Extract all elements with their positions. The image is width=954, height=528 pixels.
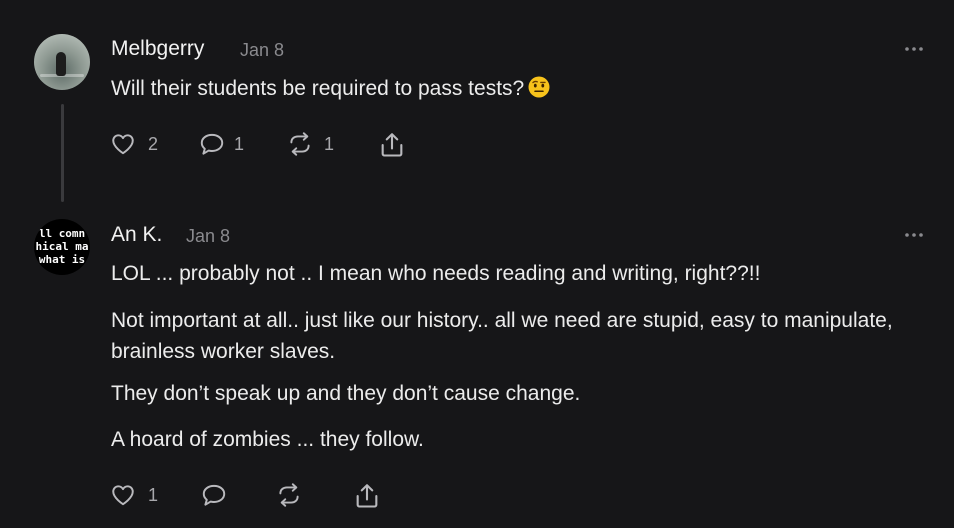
share-icon <box>381 133 403 157</box>
avatar[interactable]: ll comn hical ma what is <box>34 219 90 275</box>
avatar[interactable] <box>34 34 90 90</box>
comment-date[interactable]: Jan 8 <box>186 226 230 247</box>
like-count: 1 <box>148 485 159 505</box>
heart-icon <box>112 134 134 155</box>
more-icon[interactable] <box>904 232 924 238</box>
speech-bubble-icon <box>200 133 224 155</box>
reply-count: 1 <box>234 134 245 154</box>
avatar-bird <box>56 52 66 76</box>
avatar-text-line: what is <box>38 253 86 266</box>
comment-paragraph: LOL ... probably not .. I mean who needs… <box>111 262 761 285</box>
heart-icon <box>112 485 134 506</box>
restack-count: 1 <box>324 134 335 154</box>
comment-author[interactable]: An K. <box>111 223 162 247</box>
restack-icon <box>279 483 299 507</box>
comments-thread: Melbgerry Jan 8 Will their students be r… <box>0 0 954 528</box>
comment-paragraph: Will their students be required to pass … <box>111 73 911 104</box>
comment-paragraph: A hoard of zombies ... they follow. <box>111 428 424 451</box>
share-icon <box>356 484 378 508</box>
comment-body: Will their students be required to pass … <box>111 73 911 104</box>
restack-icon <box>290 132 310 156</box>
comment-body: LOL ... probably not .. I mean who needs… <box>111 258 911 455</box>
comment-paragraph: Not important at all.. just like our his… <box>111 309 893 363</box>
more-icon[interactable] <box>904 46 924 52</box>
avatar-text-line: hical ma <box>35 240 89 253</box>
raised-eyebrow-emoji <box>528 76 550 98</box>
avatar-text-line: ll comn <box>38 227 86 240</box>
like-count: 2 <box>148 134 159 154</box>
comment-date[interactable]: Jan 8 <box>240 40 284 61</box>
thread-line <box>61 104 64 202</box>
comment-author[interactable]: Melbgerry <box>111 37 204 61</box>
speech-bubble-icon <box>202 484 226 506</box>
comment-paragraph: They don’t speak up and they don’t cause… <box>111 382 581 405</box>
